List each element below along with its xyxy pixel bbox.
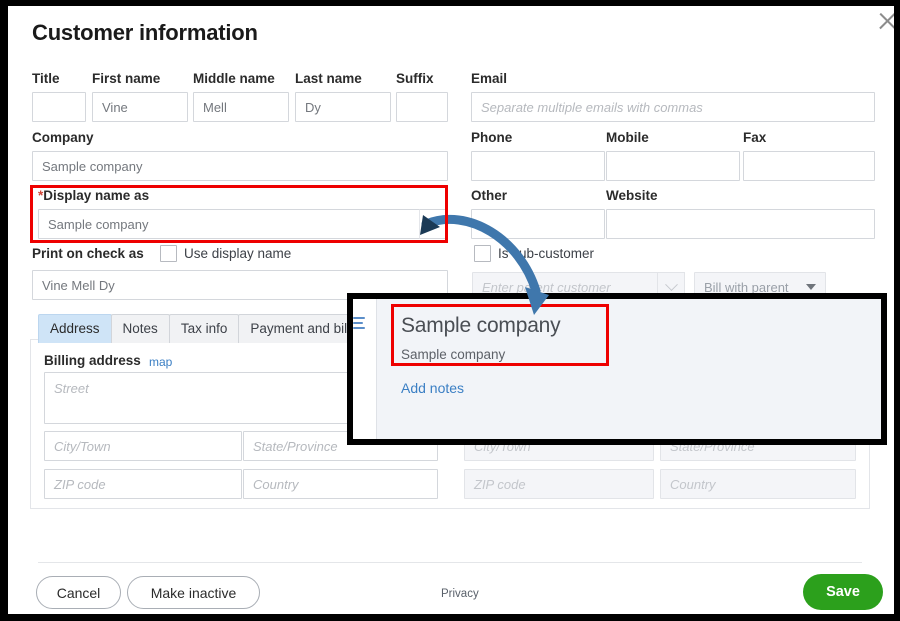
display-name-dropdown-button[interactable] [419,209,447,239]
company-input[interactable]: Sample company [32,151,448,181]
title-label: Title [32,71,60,86]
email-input[interactable]: Separate multiple emails with commas [471,92,875,122]
shipping-zip-input[interactable]: ZIP code [464,469,654,499]
map-link[interactable]: map [149,355,172,369]
phone-input[interactable] [471,151,605,181]
mobile-input[interactable] [606,151,740,181]
cancel-button[interactable]: Cancel [36,576,121,609]
first-name-input[interactable]: Vine [92,92,188,122]
save-button[interactable]: Save [803,574,883,610]
website-input[interactable] [606,209,875,239]
middle-name-label: Middle name [193,71,275,86]
chevron-down-icon [426,214,440,228]
phone-label: Phone [471,130,513,145]
shipping-country-input[interactable]: Country [660,469,856,499]
tab-strip: Address Notes Tax info Payment and billi… [38,314,381,343]
display-name-preview-overlay: Sample company Sample company Add notes [347,293,887,445]
use-display-name-label: Use display name [184,246,292,261]
close-icon[interactable] [874,8,894,34]
page-title: Customer information [32,20,258,45]
first-name-label: First name [92,71,161,86]
email-label: Email [471,71,508,86]
billing-country-input[interactable]: Country [243,469,438,499]
billing-address-heading: Billing address [44,353,141,368]
tab-tax-info[interactable]: Tax info [168,314,240,343]
screenshot-frame: Customer information Title First name Vi… [0,0,900,621]
overlay-subtitle: Sample company [401,347,506,362]
last-name-label: Last name [295,71,362,86]
billing-zip-input[interactable]: ZIP code [44,469,242,499]
company-label: Company [32,130,94,145]
tab-notes[interactable]: Notes [110,314,170,343]
footer-divider [38,562,862,563]
suffix-input[interactable] [396,92,448,122]
fax-label: Fax [743,130,767,145]
chevron-down-icon [664,277,678,291]
billing-city-input[interactable]: City/Town [44,431,242,461]
caret-down-icon [806,284,816,290]
other-label: Other [471,188,508,203]
use-display-name-checkbox[interactable] [160,245,177,262]
suffix-label: Suffix [396,71,434,86]
website-label: Website [606,188,658,203]
tab-address[interactable]: Address [38,314,112,343]
is-sub-customer-checkbox[interactable] [474,245,491,262]
mobile-label: Mobile [606,130,649,145]
fax-input[interactable] [743,151,875,181]
customer-information-dialog: Customer information Title First name Vi… [8,6,894,614]
last-name-input[interactable]: Dy [295,92,391,122]
other-input[interactable] [471,209,605,239]
privacy-link[interactable]: Privacy [441,588,479,600]
title-input[interactable] [32,92,86,122]
overlay-title: Sample company [401,314,561,337]
make-inactive-button[interactable]: Make inactive [127,576,260,609]
middle-name-input[interactable]: Mell [193,92,289,122]
add-notes-link[interactable]: Add notes [401,380,464,396]
print-on-check-label: Print on check as [32,246,144,261]
display-name-input[interactable]: Sample company [38,209,420,239]
is-sub-customer-label: Is sub-customer [498,246,595,261]
drag-handle-icon[interactable] [353,317,365,331]
display-name-label: Display name as [43,188,150,203]
